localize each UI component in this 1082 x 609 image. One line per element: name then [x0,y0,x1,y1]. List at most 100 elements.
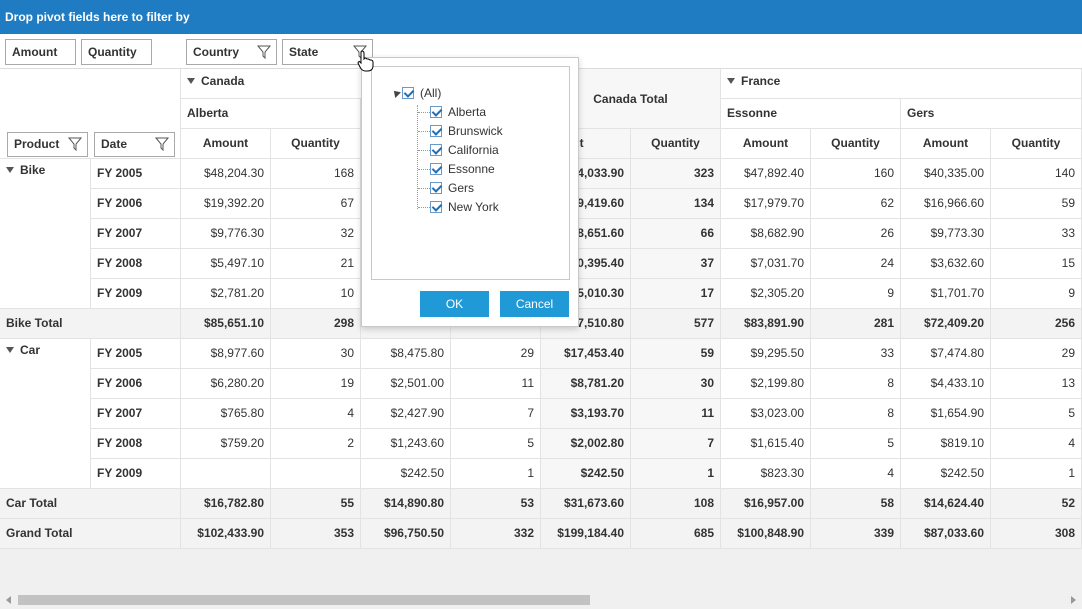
cell-gers-quantity: 59 [991,189,1082,219]
filter-item[interactable]: Alberta [430,103,486,121]
column-header-france[interactable]: France [721,69,1082,99]
tree-line [418,169,430,170]
row-header-car[interactable]: Car [0,339,91,489]
cell-essonne-amount: $83,891.90 [721,309,811,339]
checkbox-checked-icon[interactable] [430,163,442,175]
cell-canada-total-amount: $242.50 [541,459,631,489]
cell-essonne-quantity: 62 [811,189,901,219]
cell-alberta-amount: $5,497.10 [181,249,271,279]
filter-item[interactable]: California [430,141,499,159]
cancel-button[interactable]: Cancel [500,291,569,317]
column-header-alberta: Alberta [181,99,361,129]
horizontal-scrollbar[interactable] [0,591,1082,609]
row-header-date: FY 2008 [91,249,181,279]
filter-item-label: Brunswick [448,124,503,138]
filter-icon[interactable] [68,137,82,151]
checkbox-checked-icon[interactable] [430,125,442,137]
cell-state2-quantity: 7 [451,399,541,429]
cell-alberta-quantity: 32 [271,219,361,249]
cell-alberta-amount: $765.80 [181,399,271,429]
amount-chip-label: Amount [12,45,58,59]
collapse-icon[interactable] [187,78,195,84]
scroll-left-icon[interactable] [6,596,11,604]
row-header-date: FY 2006 [91,189,181,219]
checkbox-checked-icon[interactable] [430,106,442,118]
cell-gers-amount: $1,654.90 [901,399,991,429]
quantity-field-chip[interactable]: Quantity [81,39,152,65]
cell-essonne-quantity: 8 [811,399,901,429]
cell-canada-total-amount: $8,781.20 [541,369,631,399]
checkbox-checked-icon[interactable] [430,201,442,213]
checkbox-checked-icon[interactable] [430,182,442,194]
france-label: France [741,74,781,88]
filter-item[interactable]: Essonne [430,160,495,178]
measure-header-amount: Amount [901,129,991,159]
filter-drop-area[interactable]: Drop pivot fields here to filter by [0,0,1082,34]
cell-gers-quantity: 29 [991,339,1082,369]
cell-essonne-quantity: 5 [811,429,901,459]
filter-item-label: Essonne [448,162,495,176]
cell-essonne-amount: $47,892.40 [721,159,811,189]
collapse-icon[interactable] [6,167,14,173]
cell-gers-quantity: 5 [991,399,1082,429]
row-header-bike[interactable]: Bike [0,159,91,309]
cell-alberta-amount: $6,280.20 [181,369,271,399]
cell-state2-quantity: 53 [451,489,541,519]
cell-canada-total-quantity: 108 [631,489,721,519]
cell-gers-quantity: 1 [991,459,1082,489]
cell-gers-amount: $87,033.60 [901,519,991,549]
checkbox-checked-icon[interactable] [430,144,442,156]
tree-line [418,112,430,113]
cell-canada-total-quantity: 37 [631,249,721,279]
cell-state2-amount: $1,243.60 [361,429,451,459]
filter-icon[interactable] [257,45,271,59]
cell-essonne-amount: $823.30 [721,459,811,489]
cell-canada-total-quantity: 11 [631,399,721,429]
cell-state2-quantity: 5 [451,429,541,459]
cell-state2-amount: $242.50 [361,459,451,489]
row-header-car-total: Car Total [0,489,181,519]
cell-state2-amount: $96,750.50 [361,519,451,549]
cell-state2-amount: $14,890.80 [361,489,451,519]
state-filter-popup: (All) Alberta Brunswick California Essonne G… [361,57,579,327]
cell-alberta-quantity: 10 [271,279,361,309]
row-header-corner [0,69,181,129]
cell-canada-total-quantity: 577 [631,309,721,339]
tree-line [418,150,430,151]
cell-canada-total-quantity: 7 [631,429,721,459]
filter-icon[interactable] [155,137,169,151]
collapse-icon[interactable] [727,78,735,84]
filter-item[interactable]: Gers [430,179,474,197]
date-field-chip[interactable]: Date [94,132,175,157]
cell-state2-amount: $2,501.00 [361,369,451,399]
product-field-chip[interactable]: Product [7,132,88,157]
cell-essonne-quantity: 58 [811,489,901,519]
cell-alberta-quantity: 298 [271,309,361,339]
collapse-icon[interactable] [6,347,14,353]
cell-gers-quantity: 308 [991,519,1082,549]
cell-gers-quantity: 15 [991,249,1082,279]
measure-header-amount: Amount [721,129,811,159]
country-field-chip[interactable]: Country [186,39,277,65]
ok-button[interactable]: OK [420,291,489,317]
filter-item[interactable]: Brunswick [430,122,503,140]
country-chip-label: Country [193,45,239,59]
cell-alberta-amount: $48,204.30 [181,159,271,189]
checkbox-checked-icon[interactable] [402,87,414,99]
tree-expand-icon[interactable] [391,88,401,98]
filter-item[interactable]: New York [430,198,499,216]
column-header-gers: Gers [901,99,1082,129]
cell-gers-amount: $16,966.60 [901,189,991,219]
scroll-right-icon[interactable] [1071,596,1076,604]
row-header-grand-total: Grand Total [0,519,181,549]
row-header-date: FY 2008 [91,429,181,459]
cell-state2-quantity: 1 [451,459,541,489]
filter-item-all[interactable]: (All) [402,84,441,102]
measure-header-quantity: Quantity [271,129,361,159]
amount-field-chip[interactable]: Amount [5,39,76,65]
cell-alberta-amount: $9,776.30 [181,219,271,249]
filter-item-label: California [448,143,499,157]
cell-essonne-amount: $9,295.50 [721,339,811,369]
cell-alberta-quantity: 353 [271,519,361,549]
scrollbar-thumb[interactable] [18,595,590,605]
